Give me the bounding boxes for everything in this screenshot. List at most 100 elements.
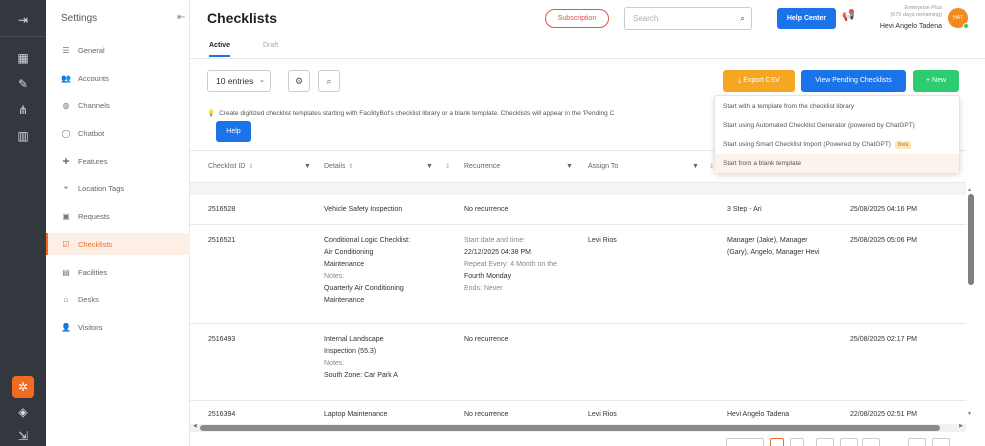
sidebar-item-chatbot[interactable]: ◯ Chatbot	[46, 122, 190, 144]
details-line: Vehicle Safety Inspection	[324, 206, 403, 213]
table-row[interactable]: 2516528 Vehicle Safety Inspection No rec…	[190, 195, 966, 225]
avatar[interactable]: HAT	[948, 8, 969, 29]
settings-gear-icon[interactable]: ✲	[12, 376, 34, 398]
collapse-sidebar-icon[interactable]: ⇤	[177, 12, 185, 23]
scroll-up-icon[interactable]: ▲	[967, 187, 972, 193]
logout-icon[interactable]: ⇲	[0, 428, 46, 444]
menu-item-smart-import[interactable]: Start using Smart Checklist Import (Powe…	[715, 135, 959, 154]
new-label: New	[932, 77, 947, 84]
rail-divider	[0, 36, 46, 37]
sidebar-item-accounts[interactable]: 👥 Accounts	[46, 67, 190, 89]
sort-icon[interactable]: ⇕	[348, 164, 353, 170]
recurrence-line: No recurrence	[464, 411, 509, 418]
subscription-button[interactable]: Subscription	[545, 9, 609, 28]
package-icon[interactable]: ◈	[0, 404, 46, 420]
column-recurrence[interactable]: Recurrence	[464, 151, 500, 183]
table-row[interactable]: 2516521 Conditional Logic Checklist: Air…	[190, 225, 966, 324]
pagination-page[interactable]	[790, 438, 804, 446]
announcement-icon[interactable]: 📢	[842, 9, 854, 22]
pagination-page[interactable]	[816, 438, 834, 446]
filter-icon[interactable]: ▼	[426, 151, 433, 183]
sidebar-item-general[interactable]: ☰ General	[46, 39, 190, 61]
filter-icon[interactable]: ▼	[566, 151, 573, 183]
help-center-button[interactable]: Help Center	[777, 8, 836, 29]
tab-divider	[190, 58, 985, 59]
search-placeholder: Search	[633, 14, 659, 23]
entries-select[interactable]: 10 entries ⌄	[207, 70, 271, 92]
tab-active[interactable]: Active	[209, 42, 231, 57]
details-line: Inspection (55.3)	[324, 348, 377, 355]
assign-to: Levi Rios	[588, 411, 617, 418]
new-checklist-button[interactable]: + New	[913, 70, 959, 92]
vertical-scrollbar[interactable]	[968, 194, 974, 285]
online-status-dot	[963, 23, 969, 29]
sidebar-item-facilities[interactable]: ▤ Facilities	[46, 261, 190, 283]
sidebar-item-channels[interactable]: ◍ Channels	[46, 94, 190, 116]
assignee-line: Manager (Jake), Manager	[727, 237, 808, 244]
sidebar-item-label: Desks	[78, 294, 99, 304]
scroll-right-icon[interactable]: ▶	[959, 423, 963, 429]
export-csv-label: Export CSV	[743, 77, 780, 84]
updated-at: 25/08/2025 04:16 PM	[850, 206, 917, 213]
sort-icon[interactable]: ⇕	[442, 151, 450, 183]
checklist-id: 2516521	[208, 237, 236, 244]
new-checklist-menu: Start with a template from the checklist…	[714, 95, 960, 173]
column-details[interactable]: Details ⇕	[324, 151, 353, 183]
filter-icon[interactable]: ▼	[304, 151, 311, 183]
sidebar-item-desks[interactable]: ⌂ Desks	[46, 288, 190, 310]
sidebar-item-label: Facilities	[78, 267, 108, 277]
column-checklist-id[interactable]: Checklist ID ⇕	[208, 151, 253, 183]
sidebar-item-label: Features	[78, 156, 108, 166]
search-input[interactable]: Search ⌕	[624, 7, 752, 30]
calendar-icon: ▤	[62, 267, 70, 277]
tab-draft[interactable]: Draft	[263, 42, 278, 49]
settings-sidebar: Settings ⇤ ☰ General 👥 Accounts ◍ Channels …	[46, 0, 190, 446]
info-text: Create digitized checklist templates sta…	[219, 110, 615, 117]
sidebar-item-features[interactable]: ✚ Features	[46, 150, 190, 172]
filter-settings-button[interactable]: ⚙	[288, 70, 310, 92]
sidebar-item-label: Accounts	[78, 73, 109, 83]
plan-info: Enterprise Plus (670 days remaining)	[860, 5, 942, 19]
pagination-page[interactable]	[908, 438, 926, 446]
menu-item-template-library[interactable]: Start with a template from the checklist…	[715, 97, 959, 116]
sort-icon[interactable]: ⇕	[248, 164, 253, 170]
export-csv-button[interactable]: ⤓ Export CSV	[723, 70, 795, 92]
pagination-page[interactable]	[840, 438, 858, 446]
menu-item-blank-template[interactable]: Start from a blank template	[715, 154, 959, 173]
sidebar-item-requests[interactable]: ▣ Requests	[46, 205, 190, 227]
table-row[interactable]: 2516493 Internal Landscape Inspection (5…	[190, 324, 966, 401]
sidebar-item-checklists[interactable]: ☑ Checklists	[46, 233, 190, 255]
search-icon[interactable]: ⌕	[740, 8, 745, 29]
globe-icon: ◍	[62, 100, 70, 110]
updated-at: 25/08/2025 05:06 PM	[850, 237, 917, 244]
expand-menu-icon[interactable]: ⇥	[0, 12, 46, 28]
sort-icon[interactable]: ⇕	[706, 151, 714, 183]
scroll-left-icon[interactable]: ◀	[193, 423, 197, 429]
sidebar-item-visitors[interactable]: 👤 Visitors	[46, 316, 190, 338]
pagination-previous[interactable]	[726, 438, 764, 446]
sidebar-item-location-tags[interactable]: ⌖ Location Tags	[46, 177, 190, 199]
view-pending-checklists-button[interactable]: View Pending Checklists	[801, 70, 906, 92]
details-line: Maintenance	[324, 261, 365, 268]
help-button[interactable]: Help	[216, 121, 251, 142]
filter-icon[interactable]: ▼	[692, 151, 699, 183]
pagination-next[interactable]	[932, 438, 950, 446]
column-assign-to[interactable]: Assign To	[588, 151, 618, 183]
scroll-down-icon[interactable]: ▼	[967, 411, 972, 417]
table-search-button[interactable]: ⌕	[318, 70, 340, 92]
horizontal-scrollbar[interactable]: ◀ ▶	[190, 423, 966, 432]
recurrence-line: No recurrence	[464, 206, 509, 213]
sidebar-item-label: Location Tags	[78, 183, 125, 193]
dashboard-icon[interactable]: ▦	[0, 50, 46, 66]
pagination-page[interactable]	[862, 438, 880, 446]
menu-item-automated-generator[interactable]: Start using Automated Checklist Generato…	[715, 116, 959, 135]
pagination-page[interactable]	[770, 438, 784, 446]
horizontal-scroll-thumb[interactable]	[200, 425, 940, 431]
table-row[interactable]: 2516394 Laptop Maintenance No recurrence…	[190, 401, 966, 424]
org-chart-icon[interactable]: ⋔	[0, 102, 46, 118]
analytics-icon[interactable]: ▥	[0, 128, 46, 144]
table-spacer	[190, 183, 966, 195]
chevron-down-icon: ⌄	[259, 77, 265, 84]
requests-icon[interactable]: ✎	[0, 76, 46, 92]
user-name[interactable]: Hevi Angelo Tadena	[850, 23, 942, 30]
